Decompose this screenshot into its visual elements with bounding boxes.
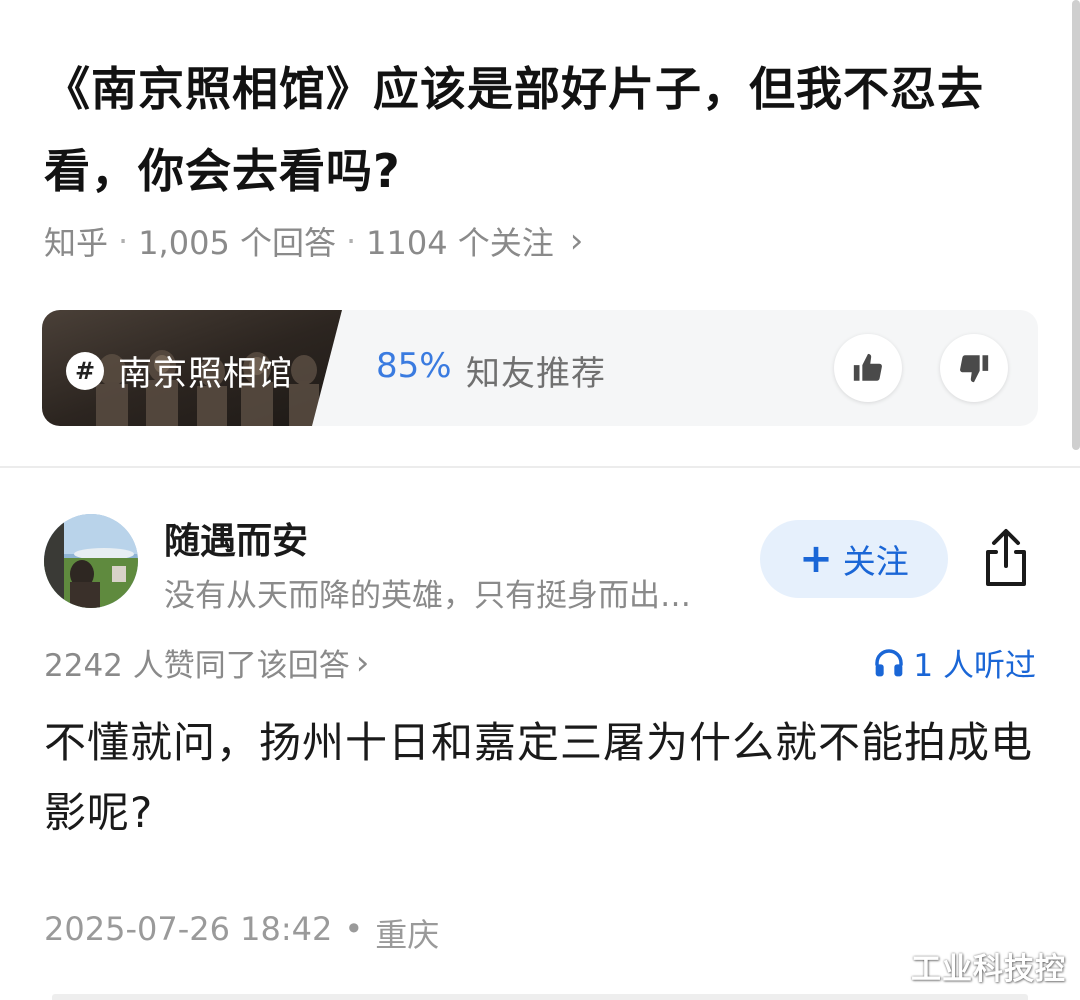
recommend-label: 知友推荐 [466,354,606,394]
upvote-summary[interactable]: 2242 人赞同了该回答 › [44,640,369,685]
follower-count: 1104 个关注 [366,224,554,262]
answer-date: 2025-07-26 18:42 [44,910,333,948]
thumbs-up-icon [853,353,882,381]
thumbs-down-icon [960,355,989,383]
plus-icon: + [799,536,833,582]
listen-count: 1 人听过 [913,648,1036,684]
question-title[interactable]: 《南京照相馆》应该是部好片子，但我不忍去看，你会去看吗? [44,48,1034,212]
chevron-right-icon: › [569,221,584,261]
thumbs-down-button[interactable] [940,334,1008,402]
headphones-icon [875,648,904,676]
meta-separator: • [344,910,364,948]
watermark: 工业科技控 [911,952,1066,987]
meta-separator: · [118,222,129,260]
upvote-count: 2242 人赞同了该回答 [44,648,350,684]
answer-content[interactable]: 不懂就问，扬州十日和嘉定三屠为什么就不能拍成电影呢? [44,708,1034,848]
topic-tag[interactable]: # 南京照相馆 [66,346,293,395]
follow-label: 关注 [842,542,909,581]
recommend-percent: 85% [376,346,452,386]
follow-button[interactable]: + 关注 [760,520,948,598]
question-meta[interactable]: 知乎 · 1,005 个回答 · 1104 个关注 › [44,218,583,264]
answer-timestamp: 2025-07-26 18:42 • 重庆 [44,910,439,956]
section-divider [0,466,1080,468]
scrollbar[interactable] [1072,0,1080,450]
avatar[interactable] [44,514,138,608]
listen-indicator[interactable]: 1 人听过 [873,640,1036,685]
topic-card[interactable]: # 南京照相馆 85% 知友推荐 [42,310,1038,426]
question-source: 知乎 [44,224,109,262]
topic-name: 南京照相馆 [118,354,293,394]
author-name[interactable]: 随遇而安 [164,512,308,564]
share-icon[interactable] [980,528,1032,588]
hash-icon: # [66,351,104,390]
meta-separator: · [345,222,357,260]
bottom-bar [52,994,1028,1000]
chevron-right-icon: › [355,642,370,683]
answer-count: 1,005 个回答 [138,224,336,262]
thumbs-up-button[interactable] [834,334,902,402]
author-bio: 没有从天而降的英雄，只有挺身而出… [164,578,691,614]
answer-location: 重庆 [375,916,440,954]
